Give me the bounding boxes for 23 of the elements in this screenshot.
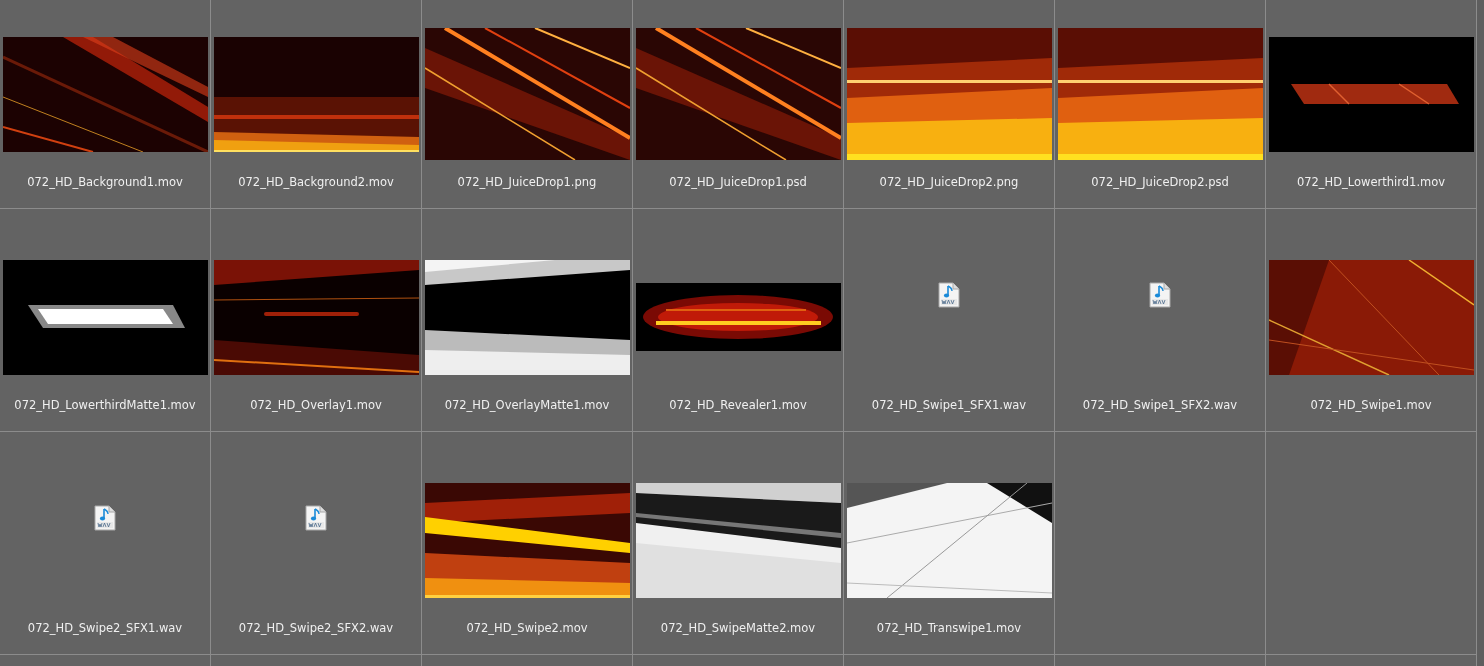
file-name[interactable]: 072_HD_JuiceDrop2.png — [879, 175, 1019, 189]
file-name[interactable]: 072_HD_Swipe2_SFX1.wav — [27, 621, 183, 635]
file-name[interactable]: 072_HD_Swipe1_SFX1.wav — [871, 398, 1027, 412]
file-name[interactable]: 072_HD_Swipe1.mov — [1310, 398, 1432, 412]
file-name[interactable]: 072_HD_JuiceDrop1.png — [457, 175, 597, 189]
file-name[interactable]: 072_HD_SwipeMatte2.mov — [660, 621, 816, 635]
file-name[interactable]: 072_HD_Swipe2_SFX2.wav — [238, 621, 394, 635]
file-name[interactable]: 072_HD_LowerthirdMatte1.mov — [14, 398, 196, 412]
file-name[interactable]: 072_HD_Revealer1.mov — [669, 398, 807, 412]
audio-file-icon — [94, 505, 116, 531]
file-name[interactable]: 072_HD_Lowerthird1.mov — [1296, 175, 1446, 189]
audio-file-icon — [1149, 282, 1171, 308]
file-name[interactable]: 072_HD_OverlayMatte1.mov — [444, 398, 610, 412]
file-name[interactable]: 072_HD_JuiceDrop1.psd — [669, 175, 807, 189]
file-name[interactable]: 072_HD_Transwipe1.mov — [876, 621, 1022, 635]
file-name[interactable]: 072_HD_Swipe1_SFX2.wav — [1082, 398, 1238, 412]
file-name[interactable]: 072_HD_Swipe2.mov — [466, 621, 588, 635]
file-name[interactable]: 072_HD_Background1.mov — [27, 175, 183, 189]
file-name[interactable]: 072_HD_Background2.mov — [238, 175, 394, 189]
file-name[interactable]: 072_HD_JuiceDrop2.psd — [1091, 175, 1229, 189]
audio-file-icon — [938, 282, 960, 308]
audio-file-icon — [305, 505, 327, 531]
file-name[interactable]: 072_HD_Overlay1.mov — [250, 398, 382, 412]
